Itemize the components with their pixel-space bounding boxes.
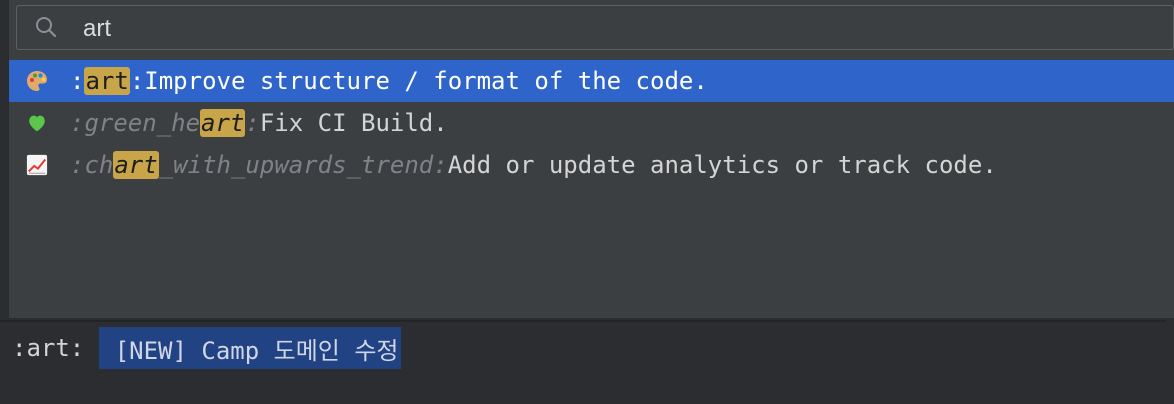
list-item[interactable]: : art: Improve structure / format of the …	[9, 60, 1174, 102]
list-item[interactable]: :green_he art: Fix CI Build.	[9, 102, 1174, 144]
selected-text[interactable]: [NEW] Camp 도메인 수정	[98, 327, 401, 369]
chart-upwards-icon	[24, 152, 50, 178]
code-suffix: :	[129, 67, 145, 95]
search-icon	[36, 17, 57, 38]
match-highlight: art	[84, 67, 130, 95]
editor-prefix: :art:	[12, 334, 99, 362]
editor-line[interactable]: :art: [NEW] Camp 도메인 수정	[12, 327, 401, 369]
code-prefix: :ch	[70, 151, 114, 179]
search-input[interactable]	[81, 12, 1085, 46]
palette-icon	[24, 68, 50, 94]
match-highlight: art	[113, 151, 159, 179]
code-suffix: _with_upwards_trend:	[158, 151, 448, 179]
code-suffix: :	[245, 109, 260, 137]
match-highlight: art	[200, 109, 246, 137]
item-description: Improve structure / format of the code.	[144, 67, 708, 95]
item-description: Add or update analytics or track code.	[447, 151, 997, 179]
gitmoji-popup: :art: Improve structure / format of the …	[8, 0, 1174, 318]
list-item[interactable]: :ch art _with_upwards_trend: Add or update…	[9, 144, 1174, 186]
green-heart-icon	[24, 110, 50, 136]
item-description: Fix CI Build.	[259, 109, 448, 137]
search-box[interactable]	[16, 5, 1174, 50]
commit-message-editor[interactable]: :art: [NEW] Camp 도메인 수정	[0, 320, 1166, 404]
code-prefix: :green_he	[70, 109, 201, 137]
code-prefix: :	[70, 67, 85, 95]
results-list: : art: Improve structure / format of the …	[9, 60, 1174, 186]
